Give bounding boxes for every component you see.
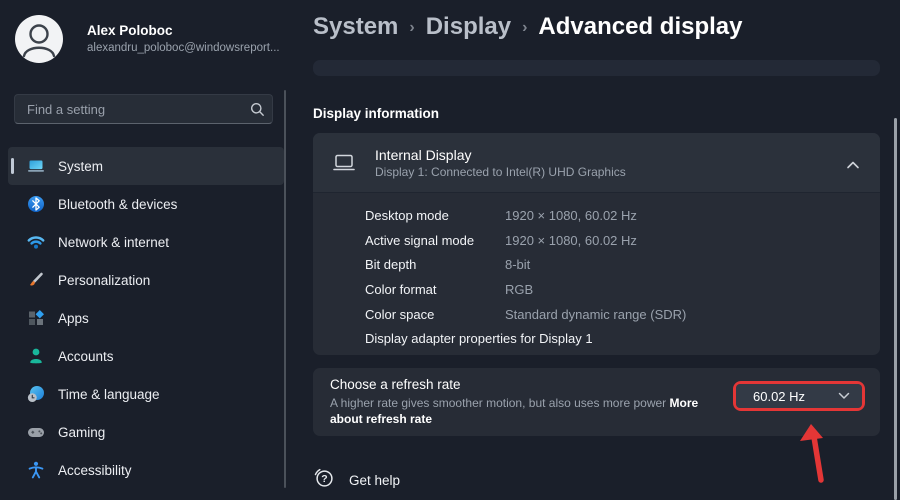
refresh-rate-dropdown[interactable]: 60.02 Hz — [736, 384, 862, 408]
info-label: Color space — [365, 306, 435, 322]
display-card-titles: Internal Display Display 1: Connected to… — [375, 147, 626, 179]
search-input[interactable] — [15, 101, 242, 117]
display-card-body: Desktop mode 1920 × 1080, 60.02 Hz Activ… — [313, 193, 880, 351]
system-icon — [26, 156, 46, 176]
sidebar-item-label: Time & language — [58, 386, 160, 402]
display-expander-header[interactable]: Internal Display Display 1: Connected to… — [313, 133, 880, 193]
info-row-desktop-mode: Desktop mode 1920 × 1080, 60.02 Hz — [365, 203, 880, 228]
profile-email: alexandru_poloboc@windowsreport... — [87, 42, 280, 54]
main-scrollbar[interactable] — [894, 118, 897, 500]
refresh-rate-description-text: A higher rate gives smoother motion, but… — [330, 396, 667, 410]
refresh-rate-value: 60.02 Hz — [753, 388, 806, 404]
sidebar-item-accessibility[interactable]: Accessibility — [8, 451, 284, 489]
avatar — [15, 15, 63, 63]
info-label: Color format — [365, 281, 437, 297]
sidebar-item-network[interactable]: Network & internet — [8, 223, 284, 261]
info-value: 1920 × 1080, 60.02 Hz — [505, 232, 637, 248]
info-value: RGB — [505, 281, 534, 297]
chevron-down-icon — [838, 387, 850, 405]
sidebar-item-label: Bluetooth & devices — [58, 196, 178, 212]
sidebar-item-system[interactable]: System — [8, 147, 284, 185]
sidebar-item-label: Apps — [58, 310, 89, 326]
get-help-label: Get help — [349, 473, 401, 488]
info-label: Active signal mode — [365, 232, 475, 248]
accounts-icon — [26, 346, 46, 366]
info-row-active-signal-mode: Active signal mode 1920 × 1080, 60.02 Hz — [365, 228, 880, 253]
sidebar-nav: System Bluetooth & devices Network & int… — [8, 147, 284, 489]
display-card-subtitle: Display 1: Connected to Intel(R) UHD Gra… — [375, 164, 626, 179]
gaming-icon — [26, 422, 46, 442]
search-icon — [242, 102, 272, 117]
sidebar-item-accounts[interactable]: Accounts — [8, 337, 284, 375]
info-value: Standard dynamic range (SDR) — [505, 306, 687, 322]
profile-button[interactable]: Alex Poloboc alexandru_poloboc@windowsre… — [15, 15, 285, 65]
person-icon — [22, 24, 56, 58]
info-value: 8-bit — [505, 257, 531, 273]
display-adapter-properties-link[interactable]: Display adapter properties for Display 1 — [365, 326, 880, 351]
section-title: Display information — [313, 106, 440, 121]
accessibility-icon — [26, 460, 46, 480]
refresh-rate-description: A higher rate gives smoother motion, but… — [330, 396, 722, 427]
breadcrumb-display[interactable]: Display — [426, 13, 511, 41]
main-content: System › Display › Advanced display Disp… — [300, 0, 900, 500]
personalization-icon — [26, 270, 46, 290]
get-help-button[interactable]: ? Get help — [313, 467, 400, 494]
sidebar-item-label: Gaming — [58, 424, 106, 440]
chevron-right-icon: › — [409, 19, 415, 36]
info-label: Desktop mode — [365, 207, 449, 223]
display-card-title: Internal Display — [375, 146, 472, 163]
annotation-highlight-box: 60.02 Hz — [733, 381, 865, 411]
sidebar-item-label: Accessibility — [58, 462, 132, 478]
help-icon: ? — [313, 467, 335, 494]
sidebar: Alex Poloboc alexandru_poloboc@windowsre… — [0, 0, 300, 500]
svg-text:?: ? — [321, 473, 327, 485]
info-value: 1920 × 1080, 60.02 Hz — [505, 207, 637, 223]
chevron-right-icon: › — [522, 19, 528, 36]
search-box[interactable] — [14, 94, 273, 124]
settings-window: Alex Poloboc alexandru_poloboc@windowsre… — [0, 0, 900, 500]
sidebar-scrollbar[interactable] — [284, 90, 286, 488]
selected-pill — [10, 158, 14, 174]
sidebar-item-bluetooth[interactable]: Bluetooth & devices — [8, 185, 284, 223]
profile-name: Alex Poloboc — [87, 23, 173, 38]
sidebar-item-apps[interactable]: Apps — [8, 299, 284, 337]
sidebar-item-label: Network & internet — [58, 234, 170, 250]
sidebar-item-gaming[interactable]: Gaming — [8, 413, 284, 451]
chevron-up-icon[interactable] — [846, 157, 860, 175]
monitor-icon — [332, 151, 356, 175]
info-label: Bit depth — [365, 257, 417, 273]
sidebar-item-label: Personalization — [58, 272, 151, 288]
info-row-color-space: Color space Standard dynamic range (SDR) — [365, 302, 880, 327]
info-row-color-format: Color format RGB — [365, 277, 880, 302]
display-info-card: Internal Display Display 1: Connected to… — [313, 133, 880, 355]
time-language-icon — [26, 384, 46, 404]
breadcrumb: System › Display › Advanced display — [313, 13, 743, 41]
breadcrumb-system[interactable]: System — [313, 13, 398, 41]
info-row-bit-depth: Bit depth 8-bit — [365, 252, 880, 277]
bluetooth-icon — [26, 194, 46, 214]
network-icon — [26, 232, 46, 252]
sidebar-item-personalization[interactable]: Personalization — [8, 261, 284, 299]
sidebar-item-label: System — [58, 158, 104, 174]
sidebar-item-time-language[interactable]: Time & language — [8, 375, 284, 413]
sidebar-item-label: Accounts — [58, 348, 114, 364]
breadcrumb-advanced-display: Advanced display — [538, 13, 743, 40]
apps-icon — [26, 308, 46, 328]
scrolled-card-edge — [313, 60, 880, 76]
